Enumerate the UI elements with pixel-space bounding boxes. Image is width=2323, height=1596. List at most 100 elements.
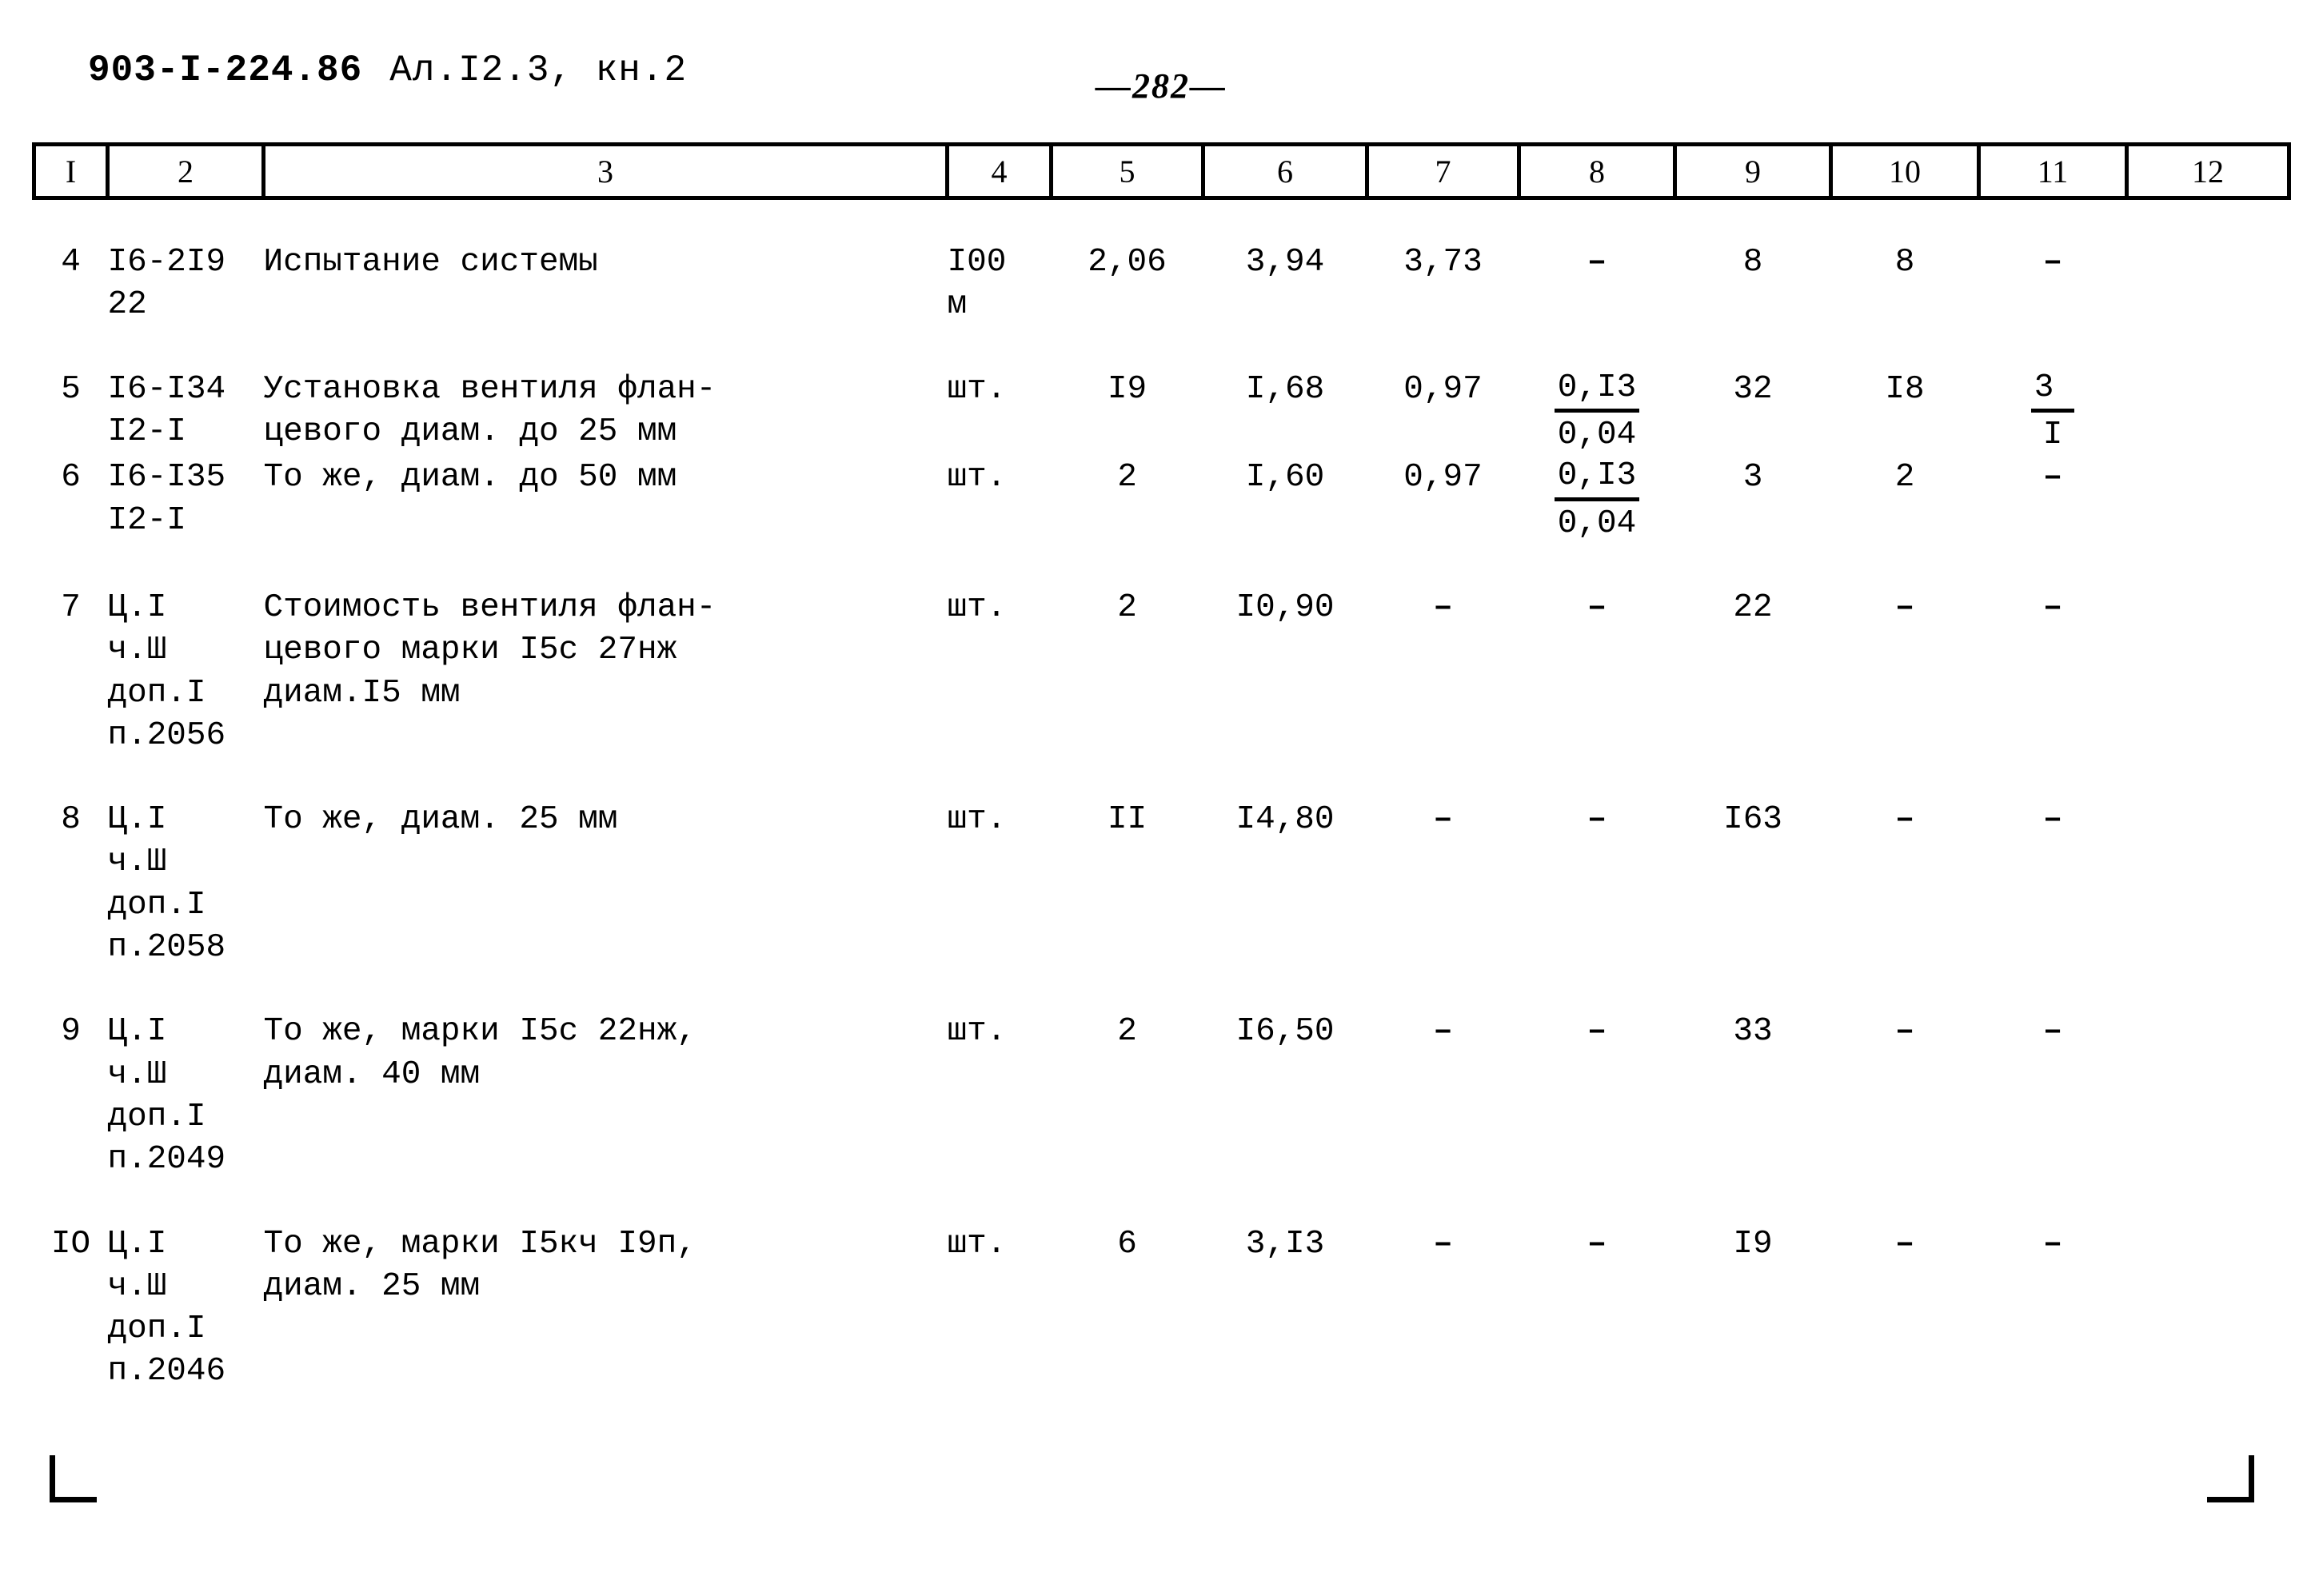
fraction-value: 3 I <box>2030 369 2075 455</box>
row-col7: – <box>1433 589 1453 626</box>
row-unit: шт. <box>947 1225 1007 1263</box>
row-col8: – <box>1587 589 1607 626</box>
fraction-value: 0,I3 0,04 <box>1554 457 1640 543</box>
row-col11: – <box>2042 589 2063 626</box>
row-number: 7 <box>61 589 81 626</box>
fraction-value: 0,I3 0,04 <box>1554 369 1640 455</box>
row-norm-code: I6-I34 I2-I <box>107 370 226 450</box>
crop-mark-bottom-left <box>50 1455 97 1502</box>
table-row: 6 I6-I35 I2-I То же, диам. до 50 мм шт. … <box>34 457 2289 545</box>
row-col10: – <box>1894 1013 1915 1051</box>
row-col9: 32 <box>1733 370 1773 408</box>
row-unit: шт. <box>947 459 1007 497</box>
fraction-denominator: 0,04 <box>1557 505 1637 542</box>
row-col12 <box>2127 241 2289 327</box>
row-col9: 8 <box>1742 244 1763 281</box>
table-row: 5 I6-I34 I2-I Установка вентиля флан- це… <box>34 369 2289 457</box>
row-norm-code: Ц.I ч.Ш доп.I п.2058 <box>107 801 226 967</box>
row-description: То же, диам. 25 мм <box>263 801 618 839</box>
row-unit: шт. <box>947 370 1007 408</box>
row-col7: – <box>1433 1225 1453 1263</box>
row-col8: 0,I3 0,04 <box>1519 369 1675 457</box>
row-description: Стоимость вентиля флан- цевого марки I5с… <box>263 589 716 712</box>
row-col8: – <box>1587 1225 1607 1263</box>
row-number: 4 <box>61 244 81 281</box>
column-header-10: 10 <box>1829 142 1981 200</box>
row-gap <box>34 327 2289 369</box>
document-header: 903-I-224.86 Ал.I2.3, кн.2 <box>88 50 687 91</box>
table-row: 4 I6-2I9 22 Испытание системы I00 м 2,06… <box>34 241 2289 327</box>
row-number: IO <box>50 1225 91 1263</box>
row-number: 5 <box>61 370 81 408</box>
row-col9: I9 <box>1733 1225 1773 1263</box>
row-col5: 2,06 <box>1088 244 1167 281</box>
row-col5: 2 <box>1117 1013 1137 1051</box>
row-unit: шт. <box>947 801 1007 839</box>
row-col9: I63 <box>1723 801 1782 839</box>
row-col8: – <box>1587 1013 1607 1051</box>
row-col5: 6 <box>1117 1225 1137 1263</box>
document-code: 903-I-224.86 <box>88 50 363 91</box>
row-col5: 2 <box>1117 589 1137 626</box>
column-header-1: I <box>32 142 110 200</box>
row-col9: 33 <box>1733 1013 1773 1051</box>
row-col8: – <box>1587 801 1607 839</box>
row-col7: – <box>1433 1013 1453 1051</box>
fraction-denominator: 0,04 <box>1557 416 1637 453</box>
row-description: То же, диам. до 50 мм <box>263 459 677 497</box>
row-col10: – <box>1894 589 1915 626</box>
row-col8: – <box>1587 244 1607 281</box>
table-row: 8 Ц.I ч.Ш доп.I п.2058 То же, диам. 25 м… <box>34 799 2289 969</box>
row-description: То же, марки I5кч I9п, диам. 25 мм <box>263 1225 697 1305</box>
row-col12 <box>2127 1223 2289 1394</box>
column-header-5: 5 <box>1049 142 1205 200</box>
table-top-spacer <box>34 198 2289 242</box>
row-col10: – <box>1894 1225 1915 1263</box>
row-col9: 22 <box>1733 589 1773 626</box>
table-header-row: I 2 3 4 5 6 7 8 9 10 11 12 <box>32 142 2291 200</box>
row-gap <box>34 969 2289 1011</box>
row-number: 6 <box>61 459 81 497</box>
fraction-numerator: 3 <box>2030 369 2075 413</box>
row-col11: – <box>2042 459 2063 497</box>
row-col12 <box>2127 587 2289 757</box>
row-gap <box>34 1182 2289 1223</box>
row-col11: – <box>2042 1225 2063 1263</box>
row-col10: 2 <box>1894 459 1915 497</box>
row-col12 <box>2127 799 2289 969</box>
row-description: Испытание системы <box>263 244 598 281</box>
row-col6: 3,94 <box>1245 244 1325 281</box>
row-col8: 0,I3 0,04 <box>1519 457 1675 545</box>
row-col5: I9 <box>1107 370 1148 408</box>
row-col6: I4,80 <box>1235 801 1335 839</box>
row-col5: 2 <box>1117 459 1137 497</box>
page-number: —282— <box>1096 66 1227 106</box>
fraction-numerator: 0,I3 <box>1554 457 1640 501</box>
row-number: 8 <box>61 801 81 839</box>
row-gap <box>34 545 2289 587</box>
row-col11: – <box>2042 1013 2063 1051</box>
row-col9: 3 <box>1742 459 1763 497</box>
column-header-7: 7 <box>1365 142 1521 200</box>
row-col6: I0,90 <box>1235 589 1335 626</box>
column-header-2: 2 <box>106 142 265 200</box>
table-row: IO Ц.I ч.Ш доп.I п.2046 То же, марки I5к… <box>34 1223 2289 1394</box>
row-col6: I6,50 <box>1235 1013 1335 1051</box>
row-norm-code: I6-2I9 22 <box>107 244 226 324</box>
row-col10: – <box>1894 801 1915 839</box>
table-row: 9 Ц.I ч.Ш доп.I п.2049 То же, марки I5с … <box>34 1011 2289 1181</box>
row-unit: шт. <box>947 589 1007 626</box>
row-col6: 3,I3 <box>1245 1225 1325 1263</box>
column-header-8: 8 <box>1517 142 1677 200</box>
table-row: 7 Ц.I ч.Ш доп.I п.2056 Стоимость вентиля… <box>34 587 2289 757</box>
row-unit: шт. <box>947 1013 1007 1051</box>
column-header-12: 12 <box>2125 142 2291 200</box>
fraction-numerator: 0,I3 <box>1554 369 1640 413</box>
row-col10: I8 <box>1885 370 1925 408</box>
specification-table: I 2 3 4 5 6 7 8 9 10 11 12 4 I6-2I9 22 И… <box>32 142 2291 1394</box>
row-col10: 8 <box>1894 244 1915 281</box>
row-norm-code: I6-I35 I2-I <box>107 459 226 539</box>
row-col12 <box>2127 369 2289 457</box>
row-col7: 0,97 <box>1403 370 1483 408</box>
row-col6: I,60 <box>1245 459 1325 497</box>
